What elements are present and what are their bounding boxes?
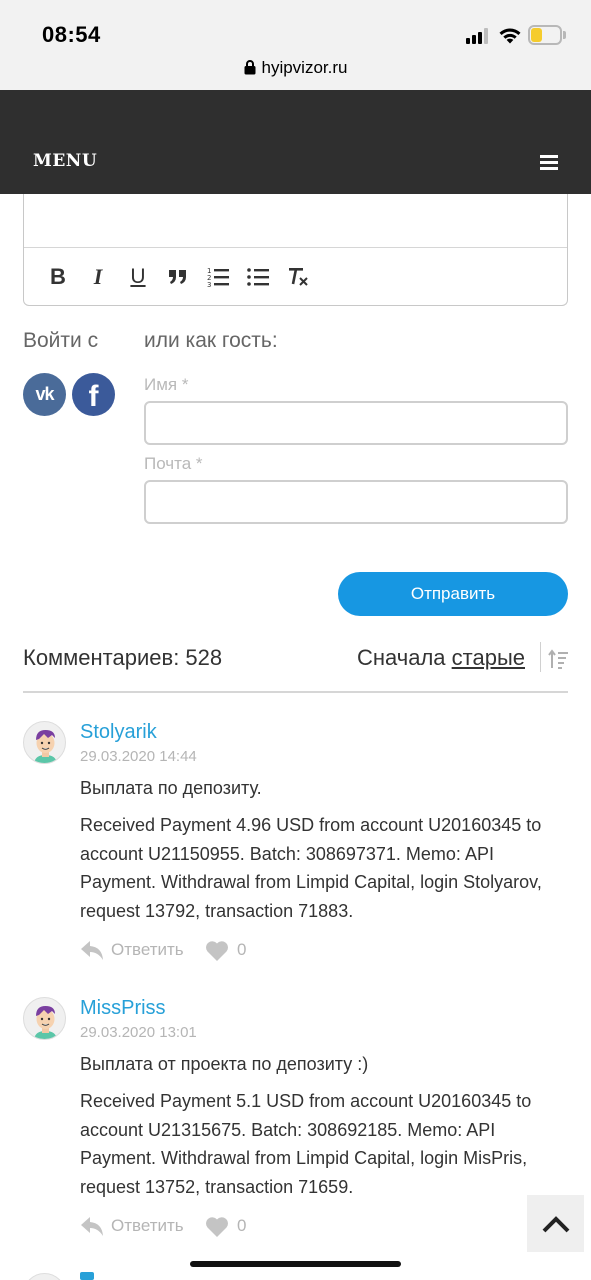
ordered-list-button[interactable]: 1 2 3 [204,262,232,292]
avatar[interactable] [23,1273,66,1280]
reply-button[interactable]: Ответить [111,940,184,960]
email-label: Почта * [144,454,203,473]
status-bar: 08:54 hyipvizor.ru [0,0,591,90]
like-count: 0 [237,940,247,959]
bold-button[interactable]: B [44,262,72,292]
avatar-icon [34,730,57,763]
facebook-icon: f [88,379,99,413]
heart-icon[interactable] [205,940,229,961]
comments-divider [23,691,568,693]
wifi-icon [499,28,521,44]
reply-icon[interactable] [80,1215,104,1237]
address-bar[interactable]: hyipvizor.ru [0,58,591,78]
comment-date: 29.03.2020 14:44 [80,748,197,765]
email-input[interactable] [144,480,568,524]
name-input[interactable] [144,401,568,445]
sort-prefix: Сначала [356,645,446,670]
menu-label[interactable]: MENU [33,151,97,171]
comment-author[interactable]: Stolyarik [80,721,157,744]
ordered-list-icon: 1 2 3 [207,267,229,287]
clear-format-button[interactable] [284,262,312,292]
vk-login-button[interactable]: vk [23,373,66,416]
reply-icon[interactable] [80,939,104,961]
sort-icon[interactable] [548,649,568,669]
italic-button[interactable]: I [84,262,112,292]
avatar-icon [34,1006,57,1039]
avatar[interactable] [23,997,66,1040]
like-count: 0 [237,1216,247,1235]
home-indicator[interactable] [190,1261,401,1267]
bullet-list-icon [247,268,269,286]
quote-icon [169,270,186,284]
editor-divider [24,247,567,248]
guest-label: или как гость: [144,329,278,352]
lock-icon [244,60,255,75]
login-with-label: Войти с [23,329,99,352]
facebook-login-button[interactable]: f [72,373,115,416]
hamburger-icon[interactable] [540,155,558,171]
heart-icon[interactable] [205,1216,229,1237]
site-header: MENU [0,90,591,194]
sort-control: Сначала старые [357,645,525,671]
signal-icon [466,28,492,44]
battery-icon [528,25,566,45]
comment-title: Выплата по депозиту. [80,778,262,798]
bullet-list-button[interactable] [244,262,272,292]
chevron-up-icon [542,1215,569,1232]
scroll-to-top-button[interactable] [527,1195,584,1252]
url-text: hyipvizor.ru [261,58,348,77]
comment-body: Received Payment 4.96 USD from account U… [80,815,542,921]
avatar[interactable] [23,721,66,764]
clock: 08:54 [42,22,101,47]
comments-count: Комментариев: 528 [23,645,223,670]
comment-editor[interactable]: B I U 1 2 3 [23,194,568,306]
name-label: Имя * [144,375,189,394]
reply-button[interactable]: Ответить [111,1216,184,1236]
comment-date: 29.03.2020 13:01 [80,1024,197,1041]
underline-button[interactable]: U [124,262,152,292]
comment-author-partial [80,1272,94,1280]
comment-body: Received Payment 5.1 USD from account U2… [80,1091,532,1197]
sort-link[interactable]: старые [452,645,525,670]
sort-divider [540,642,541,672]
comment-title: Выплата от проекта по депозиту :) [80,1054,369,1074]
svg-text:3: 3 [207,281,211,287]
submit-button[interactable]: Отправить [338,572,568,616]
comment-author[interactable]: MissPriss [80,997,166,1020]
vk-icon: vk [35,384,54,404]
quote-button[interactable] [164,262,192,292]
clear-format-icon [289,268,308,286]
